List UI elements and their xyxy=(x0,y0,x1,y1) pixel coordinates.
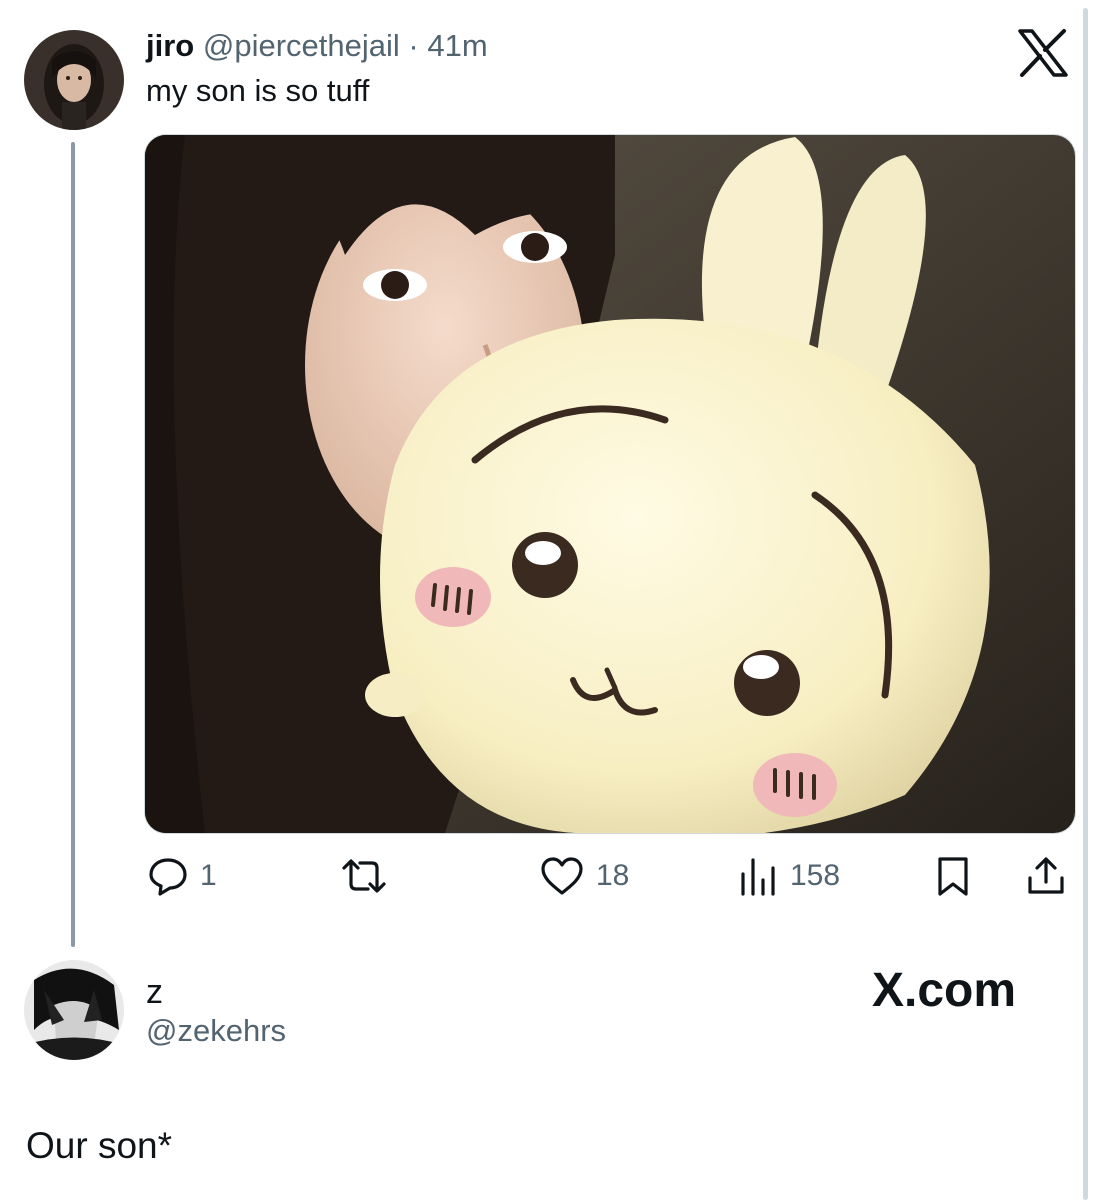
author-avatar[interactable] xyxy=(24,30,124,130)
bookmark-icon xyxy=(933,854,973,898)
x-logo-icon xyxy=(1016,28,1070,78)
share-button[interactable] xyxy=(1024,850,1068,902)
author-name[interactable]: jiro xyxy=(146,28,194,63)
like-button[interactable]: 18 xyxy=(538,850,629,902)
author-handle[interactable]: @piercethejail xyxy=(203,28,400,63)
scrollbar-track[interactable] xyxy=(1083,8,1088,1200)
reply-icon xyxy=(146,854,190,898)
thread-line xyxy=(71,142,75,947)
x-com-watermark: X.com xyxy=(872,963,1016,1019)
separator-dot: · xyxy=(408,28,419,63)
bookmark-button[interactable] xyxy=(933,850,973,902)
tweet-header: jiro @piercethejail · 41m xyxy=(146,27,488,65)
views-icon xyxy=(736,854,780,898)
reply-text: Our son* xyxy=(26,1125,173,1166)
reply-author-name[interactable]: z xyxy=(146,972,163,1012)
view-count: 158 xyxy=(790,859,841,892)
like-icon xyxy=(538,854,586,898)
tweet-action-bar: 1 18 158 xyxy=(0,850,1100,902)
reply-button[interactable]: 1 xyxy=(146,850,217,902)
reply-author-avatar[interactable] xyxy=(24,960,124,1060)
watermark-text: X.com xyxy=(872,964,1017,1017)
share-icon xyxy=(1024,854,1068,898)
retweet-button[interactable] xyxy=(338,850,400,902)
like-count: 18 xyxy=(596,859,630,892)
tweet-time[interactable]: 41m xyxy=(427,28,487,63)
retweet-icon xyxy=(338,854,390,898)
reply-author-handle[interactable]: @zekehrs xyxy=(146,1012,286,1050)
reply-count: 1 xyxy=(200,859,217,892)
tweet-media-image[interactable] xyxy=(144,134,1076,834)
tweet-text: my son is so tuff xyxy=(146,73,370,108)
views-button[interactable]: 158 xyxy=(736,850,840,902)
